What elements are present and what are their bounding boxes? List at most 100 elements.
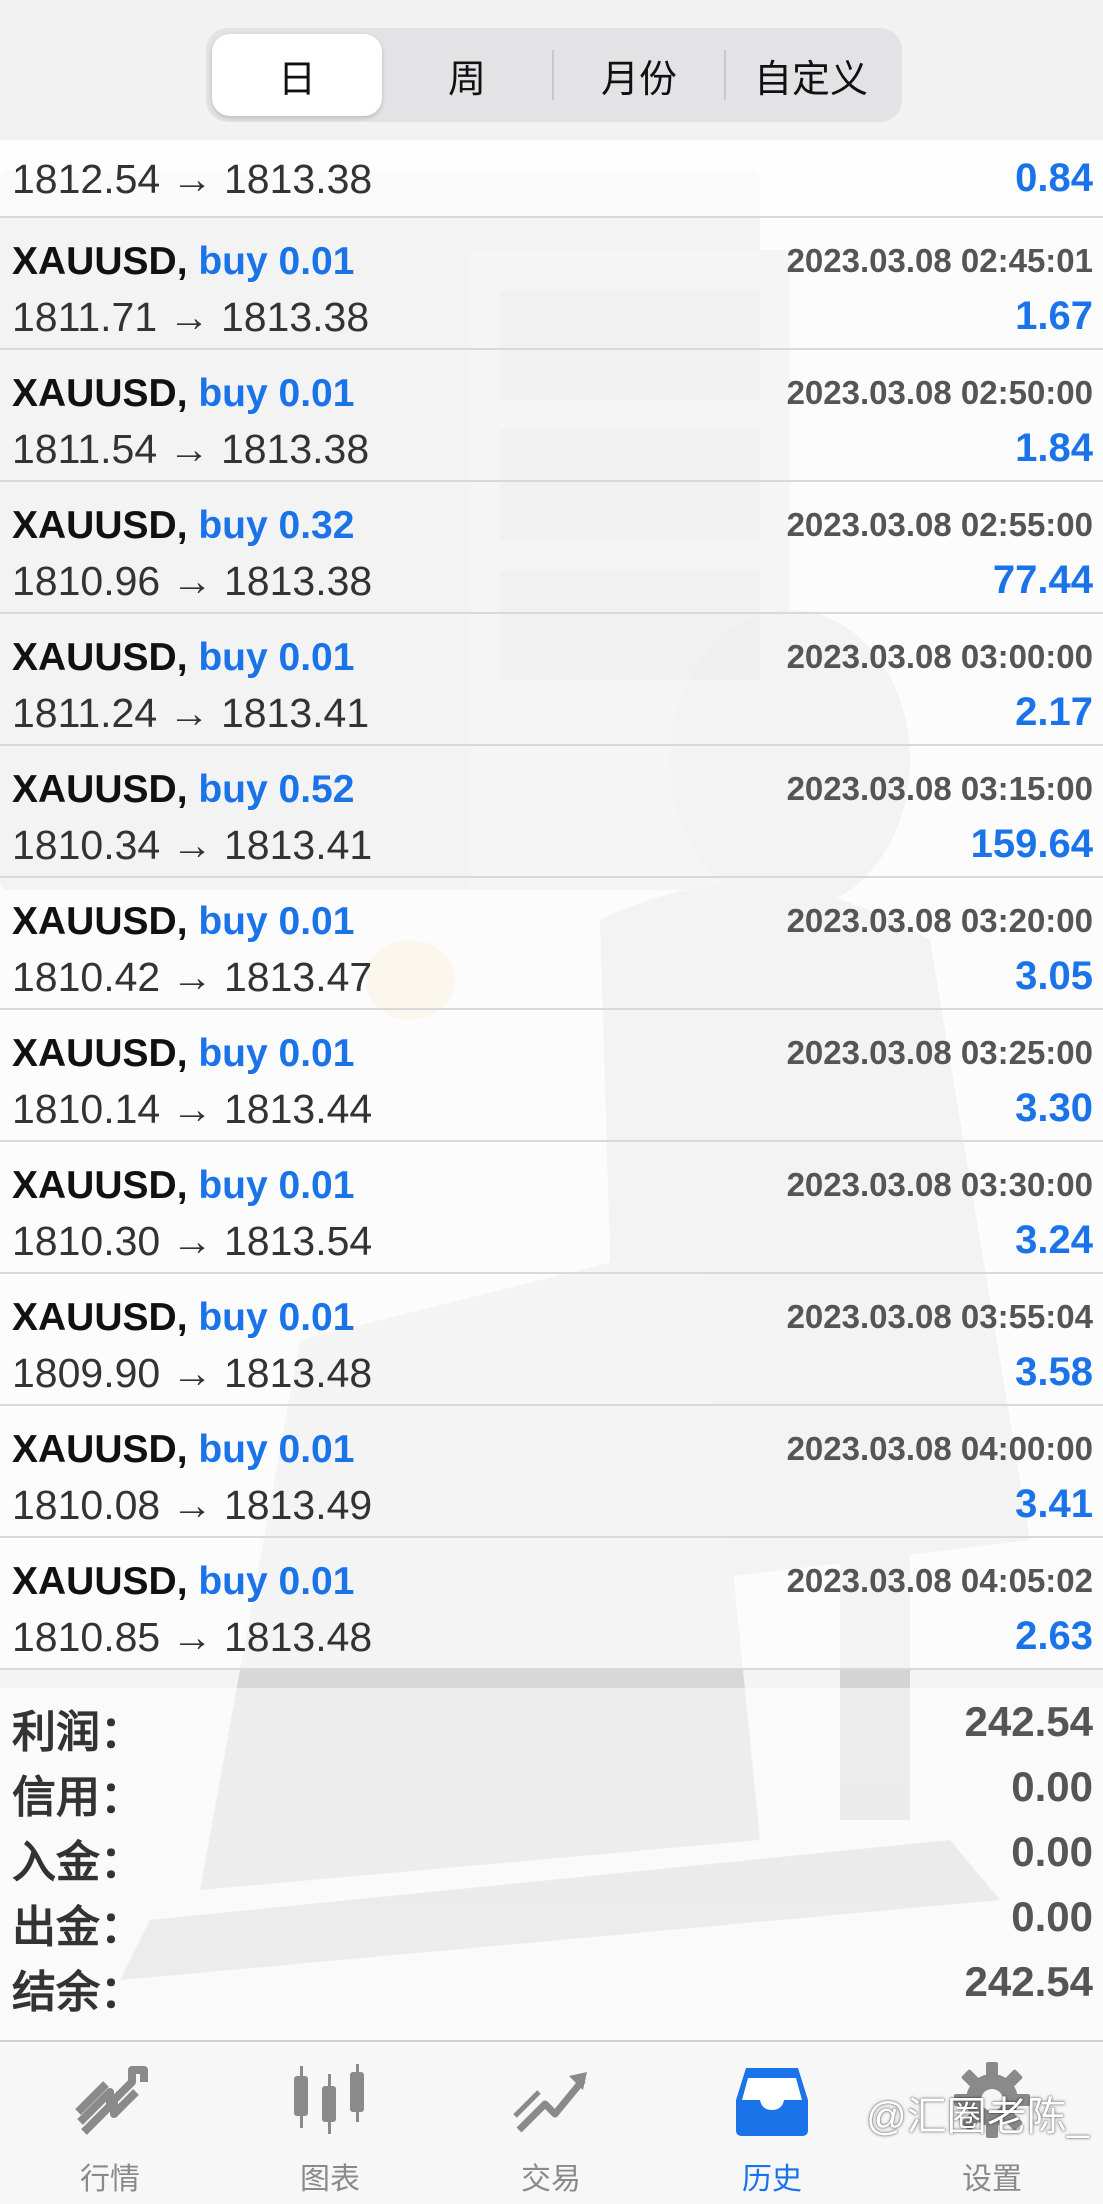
trade-row[interactable]: XAUUSD, buy 0.32 2023.03.08 02:55:00 181…	[0, 482, 1103, 614]
tab-trade[interactable]: 交易	[441, 2042, 661, 2204]
tab-week[interactable]: 周	[382, 34, 552, 116]
tab-history[interactable]: 历史	[662, 2042, 882, 2204]
trade-profit: 2.17	[1015, 690, 1093, 734]
quotes-arrows-icon	[75, 2066, 148, 2135]
trade-profit: 3.58	[1015, 1350, 1093, 1394]
trade-row[interactable]: XAUUSD, buy 0.01 2023.03.08 03:30:00 181…	[0, 1142, 1103, 1274]
summary-value: 0.00	[1011, 1893, 1093, 1940]
candlestick-chart-icon	[294, 2064, 364, 2134]
trade-symbol: XAUUSD	[12, 1296, 177, 1339]
trade-prices: 1810.96 → 1813.38	[12, 558, 373, 604]
account-summary: 利润： 242.54 信用： 0.00 入金： 0.00 出金： 0.00 结余…	[0, 1688, 1103, 2040]
watermark-text: @汇圈老陈_	[866, 2095, 1089, 2139]
tab-day-label: 日	[277, 58, 316, 101]
summary-row-withdrawal: 出金： 0.00	[0, 1883, 1103, 1952]
period-segmented-control: 日 周 月份 自定义	[206, 28, 902, 122]
trade-row[interactable]: XAUUSD, buy 0.01 2023.03.08 03:20:00 181…	[0, 878, 1103, 1010]
trade-row[interactable]: XAUUSD, buy 0.01 2023.03.08 02:45:01 181…	[0, 218, 1103, 350]
trade-row[interactable]: XAUUSD, buy 0.01 2023.03.08 03:00:00 181…	[0, 614, 1103, 746]
trade-side: buy 0.01	[198, 1164, 355, 1207]
trade-title: XAUUSD, buy 0.01	[12, 1560, 354, 1604]
trade-side: buy 0.01	[198, 1428, 355, 1471]
trade-time: 2023.03.08 02:50:00	[786, 374, 1093, 411]
separator: ,	[176, 1296, 199, 1339]
trade-time: 2023.03.08 04:05:02	[786, 1562, 1093, 1599]
tab-month-label: 月份	[600, 58, 677, 101]
trade-time: 2023.03.08 03:30:00	[786, 1166, 1093, 1203]
trade-row[interactable]: XAUUSD, buy 0.01 2023.03.08 04:00:00 181…	[0, 1406, 1103, 1538]
trade-row[interactable]: XAUUSD, buy 0.52 2023.03.08 03:15:00 181…	[0, 746, 1103, 878]
tab-trade-label: 交易	[521, 2163, 581, 2196]
trade-profit: 1.67	[1015, 294, 1093, 338]
trade-symbol: XAUUSD	[12, 900, 177, 943]
trade-symbol: XAUUSD	[12, 768, 177, 811]
summary-value: 0.00	[1011, 1828, 1093, 1875]
tab-settings-label: 设置	[962, 2163, 1022, 2196]
trade-row[interactable]: XAUUSD, buy 0.01 2023.03.08 03:55:04 180…	[0, 1274, 1103, 1406]
tab-custom[interactable]: 自定义	[726, 34, 896, 116]
trade-profit: 3.41	[1015, 1482, 1093, 1526]
trade-prices: 1810.08 → 1813.49	[12, 1482, 373, 1528]
trade-symbol: XAUUSD	[12, 1032, 177, 1075]
trade-profit: 3.24	[1015, 1218, 1093, 1262]
summary-value: 0.00	[1011, 1763, 1093, 1810]
trade-symbol: XAUUSD	[12, 1560, 177, 1603]
trade-title: XAUUSD, buy 0.01	[12, 636, 354, 680]
trade-time: 2023.03.08 03:00:00	[786, 638, 1093, 675]
trade-symbol: XAUUSD	[12, 636, 177, 679]
trade-time: 2023.03.08 03:15:00	[786, 770, 1093, 807]
summary-label: 入金：	[12, 1838, 144, 1887]
summary-label: 出金：	[12, 1903, 144, 1952]
header: 日 周 月份 自定义	[0, 0, 1103, 141]
separator: ,	[176, 636, 199, 679]
summary-label: 结余：	[12, 1968, 144, 2017]
history-inbox-icon	[736, 2068, 808, 2136]
trade-title: XAUUSD, buy 0.52	[12, 768, 354, 812]
trade-side: buy 0.01	[198, 240, 355, 283]
trade-prices: 1810.14 → 1813.44	[12, 1086, 373, 1132]
separator: ,	[176, 1032, 199, 1075]
summary-row-deposit: 入金： 0.00	[0, 1818, 1103, 1887]
trade-symbol: XAUUSD	[12, 372, 177, 415]
trade-title: XAUUSD, buy 0.01	[12, 372, 354, 416]
trade-prices: 1809.90 → 1813.48	[12, 1350, 373, 1396]
trade-side: buy 0.01	[198, 372, 355, 415]
separator: ,	[176, 240, 199, 283]
separator: ,	[176, 372, 199, 415]
trade-symbol: XAUUSD	[12, 504, 177, 547]
tab-quotes[interactable]: 行情	[0, 2042, 220, 2204]
trade-profit: 77.44	[992, 558, 1093, 602]
trade-row[interactable]: XAUUSD, buy 0.01 2023.03.08 04:05:02 181…	[0, 1538, 1103, 1670]
tab-charts-label: 图表	[300, 2163, 360, 2196]
separator: ,	[176, 768, 199, 811]
separator: ,	[176, 1560, 199, 1603]
trade-time: 2023.03.08 03:20:00	[786, 902, 1093, 939]
trade-row[interactable]: 1812.54 → 1813.38 0.84	[0, 140, 1103, 218]
trade-prices: 1810.42 → 1813.47	[12, 954, 373, 1000]
trade-title: XAUUSD, buy 0.01	[12, 1428, 354, 1472]
separator: ,	[176, 504, 199, 547]
tab-day[interactable]: 日	[212, 34, 382, 116]
trade-prices: 1810.30 → 1813.54	[12, 1218, 373, 1264]
trade-history-list[interactable]: 1812.54 → 1813.38 0.84 XAUUSD, buy 0.01 …	[0, 140, 1103, 1670]
trade-profit: 1.84	[1015, 426, 1093, 470]
trade-side: buy 0.01	[198, 636, 355, 679]
trade-row[interactable]: XAUUSD, buy 0.01 2023.03.08 02:50:00 181…	[0, 350, 1103, 482]
trade-prices: 1811.54 → 1813.38	[12, 426, 370, 472]
trade-profit: 3.05	[1015, 954, 1093, 998]
trade-title: XAUUSD, buy 0.01	[12, 240, 354, 284]
tab-charts[interactable]: 图表	[220, 2042, 440, 2204]
tab-quotes-label: 行情	[80, 2163, 140, 2196]
trade-title: XAUUSD, buy 0.01	[12, 900, 354, 944]
trade-prices: 1811.71 → 1813.38	[12, 294, 370, 340]
trade-symbol: XAUUSD	[12, 240, 177, 283]
trade-time: 2023.03.08 03:55:04	[786, 1298, 1093, 1335]
trade-time: 2023.03.08 04:00:00	[786, 1430, 1093, 1467]
trade-time: 2023.03.08 02:55:00	[786, 506, 1093, 543]
trade-time: 2023.03.08 02:45:01	[786, 242, 1093, 279]
trade-title: XAUUSD, buy 0.01	[12, 1032, 354, 1076]
tab-month[interactable]: 月份	[554, 34, 724, 116]
trade-row[interactable]: XAUUSD, buy 0.01 2023.03.08 03:25:00 181…	[0, 1010, 1103, 1142]
trade-prices: 1810.34 → 1813.41	[12, 822, 373, 868]
trade-profit: 0.84	[1015, 156, 1093, 200]
